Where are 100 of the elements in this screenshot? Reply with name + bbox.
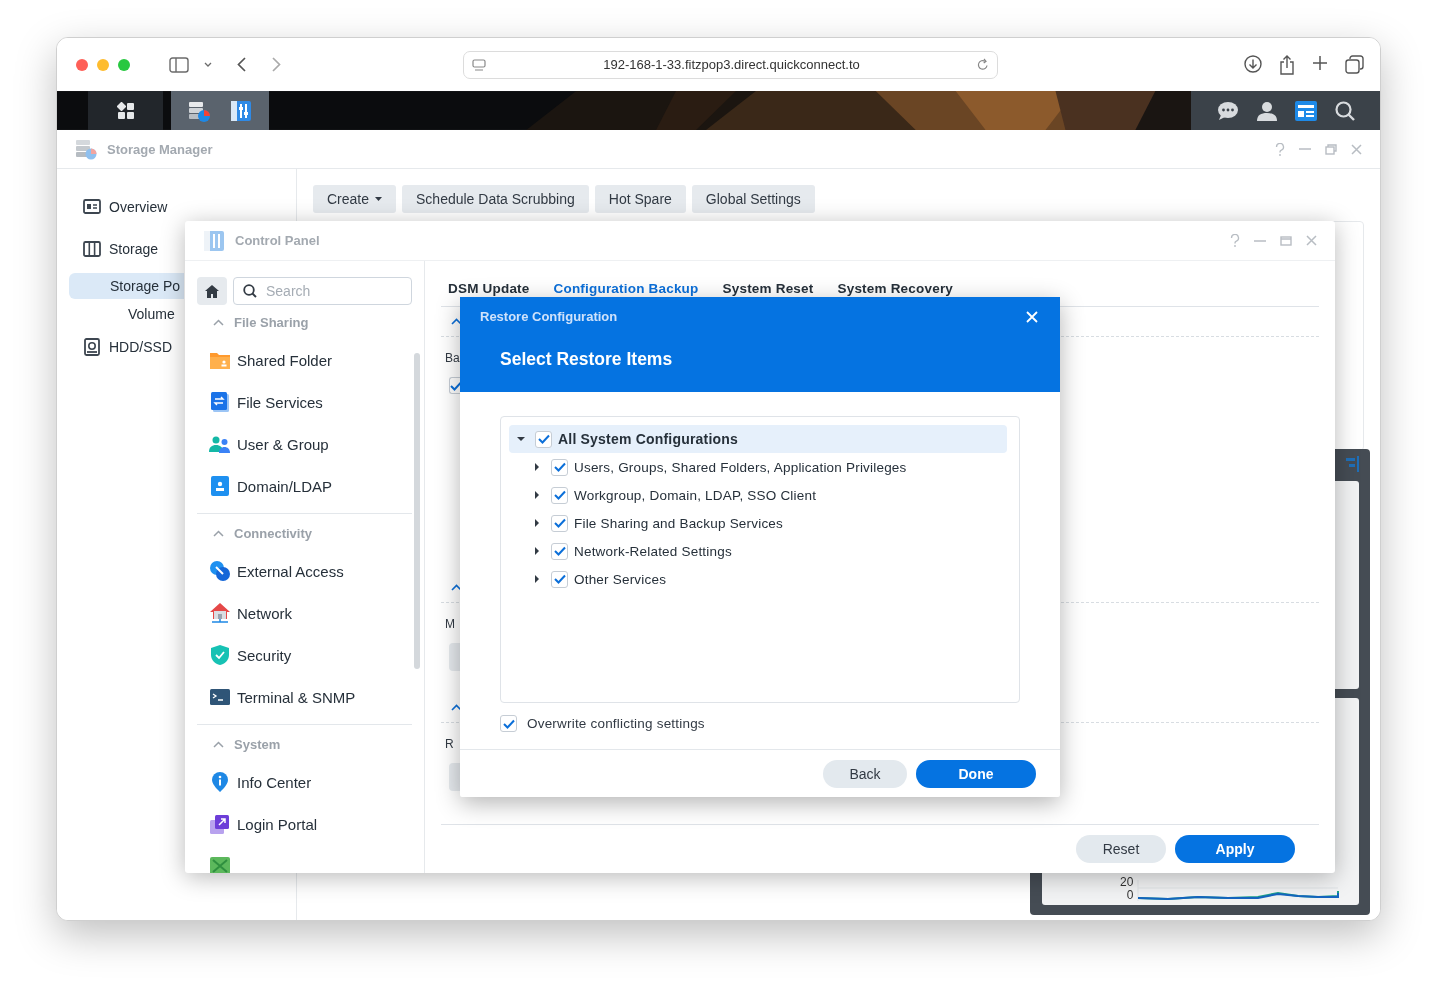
menu-item[interactable]: External Access — [197, 550, 412, 592]
toolbar-button[interactable]: Create — [313, 185, 397, 213]
link-icon — [209, 560, 231, 582]
checkbox[interactable] — [551, 542, 568, 560]
app-icon — [209, 855, 231, 873]
menu-item[interactable]: Shared Folder — [197, 339, 412, 381]
reload-icon[interactable] — [977, 58, 989, 71]
search-field[interactable]: Search — [233, 277, 412, 305]
dialog-heading: Select Restore Items — [500, 349, 674, 370]
page-icon — [472, 58, 486, 71]
done-button[interactable]: Done — [916, 759, 1036, 788]
checkbox[interactable] — [551, 458, 568, 476]
menu-item[interactable]: Login Portal — [197, 803, 412, 845]
chat-icon[interactable] — [1216, 100, 1239, 121]
taskbar-button[interactable] — [88, 91, 163, 130]
control-panel-app-icon[interactable] — [229, 98, 253, 123]
menu-item[interactable]: Security — [197, 634, 412, 676]
share-icon[interactable] — [1279, 54, 1295, 75]
checkbox[interactable] — [535, 430, 552, 448]
checkbox[interactable] — [551, 570, 568, 588]
storage-app-icon — [75, 138, 97, 160]
scrollbar[interactable] — [414, 353, 420, 669]
apply-button[interactable]: Apply — [1175, 835, 1295, 863]
close-icon — [1026, 311, 1038, 323]
chevron-up-icon[interactable] — [451, 704, 462, 711]
checkbox-label: Overwrite conflicting settings — [527, 716, 705, 731]
badge-icon — [209, 475, 231, 497]
back-button[interactable]: Back — [823, 759, 907, 788]
menu-item[interactable]: File Services — [197, 381, 412, 423]
tab[interactable]: System Recovery — [837, 277, 954, 299]
address-field[interactable]: 192-168-1-33.fitzpop3.direct.quickconnect.to — [463, 50, 998, 79]
menu-item[interactable]: Terminal & SNMP — [197, 676, 412, 718]
house-icon — [209, 602, 231, 624]
chevron-down-icon[interactable] — [204, 61, 212, 68]
toolbar-button[interactable]: Global Settings — [691, 185, 815, 213]
sidebar-icon[interactable] — [169, 56, 189, 73]
section-label: M — [445, 617, 455, 631]
terminal-icon — [209, 686, 231, 708]
menu-item[interactable]: Domain/LDAP — [197, 465, 412, 507]
grid-icon — [116, 101, 135, 120]
tree-row[interactable]: All System Configurations — [509, 425, 1007, 453]
sidebar-item[interactable]: HDD/SSD — [69, 329, 184, 365]
check-icon — [553, 574, 566, 584]
tree-item-label: Workgroup, Domain, LDAP, SSO Client — [574, 487, 817, 503]
download-icon[interactable] — [1244, 54, 1262, 73]
reset-button[interactable]: Reset — [1076, 835, 1166, 863]
check-icon — [553, 490, 566, 500]
sidebar-item[interactable]: Storage — [69, 231, 184, 267]
check-icon — [553, 546, 566, 556]
checkbox[interactable] — [551, 514, 568, 532]
search-icon[interactable] — [1334, 100, 1355, 121]
plus-icon[interactable] — [1312, 54, 1328, 71]
window-title: Storage Manager — [107, 141, 213, 157]
menu-item[interactable]: Network — [197, 592, 412, 634]
check-icon — [553, 462, 566, 472]
toolbar-button[interactable]: Schedule Data Scrubbing — [402, 185, 589, 213]
back-icon[interactable] — [237, 57, 246, 72]
dialog-title: Restore Configuration — [480, 309, 618, 324]
close-button[interactable] — [1026, 311, 1038, 323]
tab[interactable]: Configuration Backup — [553, 277, 699, 299]
tree-item-label: Other Services — [574, 571, 667, 587]
user-icon[interactable] — [1256, 100, 1277, 121]
hdd-icon — [83, 338, 101, 356]
info-icon — [209, 771, 231, 793]
search-icon — [243, 284, 257, 298]
tab[interactable]: DSM Update — [448, 277, 530, 299]
section-label: Ba — [445, 351, 460, 365]
sidebar-item[interactable]: Overview — [69, 189, 184, 225]
home-icon — [205, 284, 219, 298]
menu-item[interactable]: User & Group — [197, 423, 412, 465]
axis-label: 20 — [1120, 876, 1134, 889]
widgets-icon[interactable] — [1294, 100, 1317, 121]
home-button[interactable] — [197, 277, 227, 305]
section-label: R — [445, 737, 454, 751]
checkbox[interactable] — [500, 715, 517, 732]
window-title: Control Panel — [235, 233, 320, 248]
chevron-up-icon[interactable] — [451, 584, 462, 591]
tree-item-label: Users, Groups, Shared Folders, Application Privileges — [574, 459, 907, 475]
checkbox[interactable] — [551, 486, 568, 504]
portal-icon — [209, 813, 231, 835]
window-control[interactable] — [76, 58, 88, 71]
caret-icon — [375, 197, 383, 201]
overview-icon — [83, 198, 101, 216]
tree-item-label: Network-Related Settings — [574, 543, 732, 559]
check-icon — [502, 718, 515, 729]
sidebar-item[interactable]: Volume — [69, 301, 184, 327]
toolbar-button[interactable]: Hot Spare — [594, 185, 686, 213]
sidebar-item[interactable]: Storage Po — [69, 273, 184, 299]
tree-item-label: File Sharing and Backup Services — [574, 515, 783, 531]
tabs-icon[interactable] — [1345, 54, 1364, 74]
tree-item-label: All System Configurations — [558, 431, 739, 447]
tab[interactable]: System Reset — [722, 277, 814, 299]
check-icon — [537, 434, 550, 444]
axis-label: 0 — [1125, 889, 1134, 902]
menu-item[interactable]: Info Center — [197, 761, 412, 803]
check-icon — [553, 518, 566, 528]
transfer-icon — [209, 391, 231, 413]
chevron-up-icon[interactable] — [451, 318, 462, 325]
storage-icon — [83, 240, 101, 258]
shield-icon — [209, 644, 231, 666]
